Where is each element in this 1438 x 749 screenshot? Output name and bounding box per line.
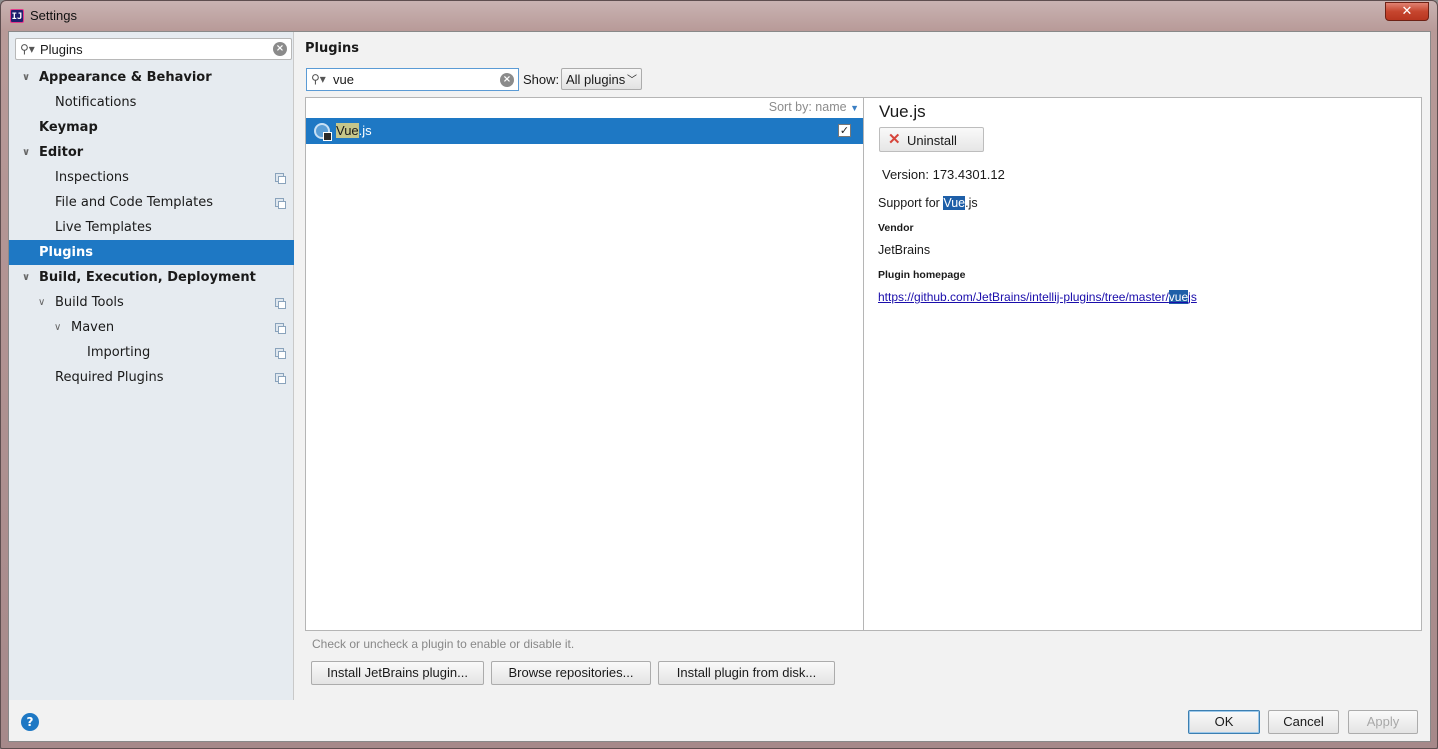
search-icon[interactable]: ⚲▾ xyxy=(311,72,326,86)
description-prefix: Support for xyxy=(878,196,944,210)
search-match-highlight: Vue xyxy=(336,123,359,138)
show-filter-value: All plugins xyxy=(566,72,626,87)
tree-item[interactable]: Importing xyxy=(9,340,294,365)
tree-item-label: Required Plugins xyxy=(55,370,164,385)
plugin-detail-name: Vue.js xyxy=(879,102,926,121)
tree-item[interactable]: Inspections xyxy=(9,165,294,190)
uninstall-x-icon: ✕ xyxy=(888,131,901,148)
tree-item[interactable]: Live Templates xyxy=(9,215,294,240)
sort-label: Sort by: name xyxy=(768,100,847,114)
tree-item-label: Notifications xyxy=(55,95,137,110)
settings-sidebar: ⚲▾ Plugins × ∨ Appearance & Behavior Notif… xyxy=(9,32,294,700)
homepage-rest[interactable]: js xyxy=(1188,290,1197,304)
cancel-button[interactable]: Cancel xyxy=(1268,710,1339,734)
clear-search-icon[interactable]: × xyxy=(273,42,287,56)
plugin-row[interactable]: Vue.js ✓ xyxy=(306,118,863,144)
search-icon[interactable]: ⚲▾ xyxy=(20,42,35,56)
show-filter-label: Show: xyxy=(523,72,560,87)
close-window-button[interactable]: ✕ xyxy=(1385,2,1429,21)
project-settings-icon xyxy=(275,198,286,209)
ok-button[interactable]: OK xyxy=(1188,710,1260,734)
settings-search-value[interactable]: Plugins xyxy=(40,42,83,57)
expand-arrow-icon[interactable]: ∨ xyxy=(22,265,30,290)
project-settings-icon xyxy=(275,323,286,334)
homepage-prefix[interactable]: https://github.com/JetBrains/intellij-pl… xyxy=(878,290,1169,304)
plugin-homepage-link[interactable]: https://github.com/JetBrains/intellij-pl… xyxy=(878,290,1197,304)
tree-item[interactable]: ∨ Build, Execution, Deployment xyxy=(9,265,294,290)
tree-item-label: Inspections xyxy=(55,170,129,185)
description-rest: .js xyxy=(965,196,978,210)
dialog-client-area: ⚲▾ Plugins × ∨ Appearance & Behavior Notif… xyxy=(8,31,1431,742)
plugin-search-field[interactable]: ⚲▾ vue × xyxy=(306,68,519,91)
sort-by-button[interactable]: Sort by: name ▼ xyxy=(769,100,859,114)
uninstall-label: Uninstall xyxy=(907,133,957,148)
show-filter-dropdown[interactable]: All plugins ﹀ xyxy=(561,68,642,90)
settings-tree: ∨ Appearance & Behavior Notifications Keyma… xyxy=(9,65,294,390)
vendor-name: JetBrains xyxy=(878,243,931,257)
tree-item[interactable]: Plugins xyxy=(9,240,294,265)
tree-item-label: File and Code Templates xyxy=(55,195,213,210)
plugins-hint-text: Check or uncheck a plugin to enable or d… xyxy=(312,637,575,651)
tree-item-label: Maven xyxy=(71,320,115,335)
vendor-heading: Vendor xyxy=(878,222,914,234)
plugins-page: Plugins ⚲▾ vue × Show: All plugins ﹀ Sor… xyxy=(305,32,1430,700)
plugin-enabled-checkbox[interactable]: ✓ xyxy=(838,124,851,137)
tree-item-label: Build Tools xyxy=(55,295,124,310)
plugin-search-value[interactable]: vue xyxy=(333,72,354,87)
tree-item-label: Plugins xyxy=(39,245,93,260)
tree-item[interactable]: ∨ Maven xyxy=(9,315,294,340)
tree-item[interactable]: File and Code Templates xyxy=(9,190,294,215)
window-title: Settings xyxy=(30,8,77,23)
project-settings-icon xyxy=(275,298,286,309)
sort-direction-icon: ▼ xyxy=(850,103,859,113)
project-settings-icon xyxy=(275,348,286,359)
tree-item[interactable]: ∨ Appearance & Behavior xyxy=(9,65,294,90)
title-bar[interactable]: IJ Settings ✕ xyxy=(1,1,1437,31)
tree-item-label: Importing xyxy=(87,345,151,360)
plugin-detail-panel: Vue.js ✕ Uninstall Version: 173.4301.12 … xyxy=(863,97,1422,631)
project-settings-icon xyxy=(275,373,286,384)
homepage-heading: Plugin homepage xyxy=(878,269,966,281)
plugin-version: Version: 173.4301.12 xyxy=(882,167,1005,182)
project-settings-icon xyxy=(275,173,286,184)
intellij-app-icon: IJ xyxy=(10,9,24,23)
expand-arrow-icon[interactable]: ∨ xyxy=(54,315,61,340)
plugin-description: Support for Vue.js xyxy=(878,196,978,210)
expand-arrow-icon[interactable]: ∨ xyxy=(22,140,30,165)
expand-arrow-icon[interactable]: ∨ xyxy=(38,290,45,315)
clear-search-icon[interactable]: × xyxy=(500,73,514,87)
tree-item[interactable]: Notifications xyxy=(9,90,294,115)
help-icon[interactable]: ? xyxy=(21,713,39,731)
tree-item[interactable]: Required Plugins xyxy=(9,365,294,390)
expand-arrow-icon[interactable]: ∨ xyxy=(22,65,30,90)
search-match-highlight: Vue xyxy=(943,196,966,210)
tree-item[interactable]: ∨ Build Tools xyxy=(9,290,294,315)
install-plugin-from-disk-button[interactable]: Install plugin from disk... xyxy=(658,661,835,685)
tree-item[interactable]: ∨ Editor xyxy=(9,140,294,165)
plugin-name: Vue.js xyxy=(336,123,372,138)
search-match-highlight[interactable]: vue xyxy=(1168,290,1189,304)
settings-window: IJ Settings ✕ ⚲▾ Plugins × ∨ Appearance &… xyxy=(0,0,1438,749)
plugin-list[interactable]: Sort by: name ▼ Vue.js ✓ xyxy=(305,97,864,631)
tree-item-label: Keymap xyxy=(39,120,98,135)
chevron-down-icon: ﹀ xyxy=(627,75,637,86)
tree-item[interactable]: Keymap xyxy=(9,115,294,140)
apply-button[interactable]: Apply xyxy=(1348,710,1418,734)
tree-item-label: Editor xyxy=(39,145,84,160)
tree-item-label: Appearance & Behavior xyxy=(39,70,212,85)
install-jetbrains-plugin-button[interactable]: Install JetBrains plugin... xyxy=(311,661,484,685)
uninstall-button[interactable]: ✕ Uninstall xyxy=(879,127,984,152)
tree-item-label: Live Templates xyxy=(55,220,152,235)
plugin-icon xyxy=(314,123,332,141)
plugin-name-rest: .js xyxy=(358,123,372,138)
tree-item-label: Build, Execution, Deployment xyxy=(39,270,256,285)
page-title: Plugins xyxy=(305,41,359,56)
browse-repositories-button[interactable]: Browse repositories... xyxy=(491,661,651,685)
settings-search-field[interactable]: ⚲▾ Plugins × xyxy=(15,38,292,60)
